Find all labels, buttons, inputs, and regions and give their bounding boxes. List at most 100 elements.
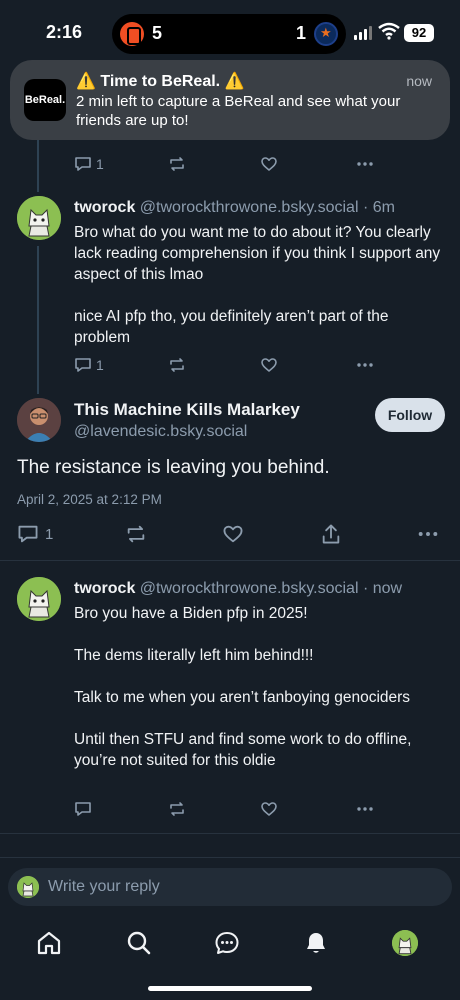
author-handle[interactable]: @tworockthrowone.bsky.social <box>140 580 359 597</box>
tab-search[interactable] <box>124 928 154 958</box>
post-actions: 1 <box>74 355 374 375</box>
reply-icon <box>75 157 91 171</box>
divider <box>0 857 460 858</box>
notification-title: ⚠️ Time to BeReal. ⚠️ <box>76 73 245 90</box>
author-handle[interactable]: @tworockthrowone.bsky.social <box>140 199 359 216</box>
repost-button[interactable] <box>168 154 186 174</box>
ellipsis-icon <box>357 162 373 166</box>
share-icon <box>322 524 340 544</box>
more-options-button[interactable] <box>417 523 439 545</box>
repost-button[interactable] <box>168 355 186 375</box>
avatar <box>17 876 39 898</box>
reply-icon <box>75 358 91 372</box>
tab-home[interactable] <box>34 928 64 958</box>
repost-icon <box>170 157 184 171</box>
reply-input[interactable]: Write your reply <box>8 868 452 906</box>
bottom-tab-bar <box>0 918 460 968</box>
divider <box>0 833 460 834</box>
post-paragraph: Until then STFU and find some work to do… <box>74 731 412 769</box>
astros-logo-icon <box>314 22 338 46</box>
clock: 2:16 <box>46 22 83 42</box>
tab-chat[interactable] <box>212 928 242 958</box>
reply-icon <box>75 802 91 816</box>
avatar[interactable] <box>17 577 61 621</box>
heart-icon <box>261 157 277 171</box>
heart-icon <box>261 358 277 372</box>
repost-button[interactable] <box>125 523 147 545</box>
search-icon <box>127 931 151 955</box>
post-paragraph: Bro you have a Biden pfp in 2025! <box>74 605 308 622</box>
score-right: 1 <box>295 23 306 43</box>
repost-icon <box>127 525 145 543</box>
cat-avatar-icon <box>392 930 418 956</box>
repost-icon <box>170 358 184 372</box>
reply-button[interactable]: 1 <box>74 355 104 375</box>
avatar <box>392 930 418 956</box>
status-bar: 2:16 5 1 92 <box>0 0 460 64</box>
more-options-button[interactable] <box>356 154 374 174</box>
focused-author-name[interactable]: This Machine Kills Malarkey <box>74 400 300 420</box>
post-actions: 1 <box>74 154 374 174</box>
ellipsis-icon <box>418 532 438 536</box>
chat-icon <box>215 932 239 954</box>
bereal-notification[interactable]: BeReal. ⚠️ Time to BeReal. ⚠️ now 2 min … <box>10 60 450 140</box>
author-display-name[interactable]: tworock <box>74 199 135 216</box>
wifi-icon <box>378 22 400 40</box>
post-text: Bro what do you want me to do about it? … <box>74 222 444 348</box>
battery-indicator: 92 <box>404 24 434 42</box>
focused-author-handle[interactable]: @lavendesic.bsky.social <box>74 423 247 441</box>
post-author-line: tworock @tworockthrowone.bsky.social · n… <box>74 580 402 598</box>
avatar[interactable] <box>17 196 61 240</box>
repost-button[interactable] <box>168 799 186 819</box>
cellular-signal-icon <box>354 26 374 40</box>
heart-icon <box>261 802 277 816</box>
like-button[interactable] <box>222 523 244 545</box>
focused-post-actions: 1 <box>17 523 443 545</box>
bereal-app-icon: BeReal. <box>24 79 66 121</box>
like-button[interactable] <box>260 154 278 174</box>
focused-post-date: April 2, 2025 at 2:12 PM <box>17 492 162 507</box>
divider <box>0 560 460 561</box>
like-button[interactable] <box>260 355 278 375</box>
reply-button[interactable] <box>74 799 92 819</box>
reply-icon <box>18 525 38 543</box>
share-button[interactable] <box>320 523 342 545</box>
reply-placeholder: Write your reply <box>48 878 160 895</box>
post-paragraph: Talk to me when you aren’t fanboying gen… <box>74 689 411 706</box>
post-paragraph: Bro what do you want me to do about it? … <box>74 224 441 283</box>
repost-icon <box>170 802 184 816</box>
focused-post-text: The resistance is leaving you behind. <box>17 457 330 478</box>
ellipsis-icon <box>357 363 373 367</box>
reply-count: 1 <box>45 525 54 543</box>
post-text: Bro you have a Biden pfp in 2025! The de… <box>74 603 444 771</box>
home-indicator <box>148 986 312 991</box>
tab-notifications[interactable] <box>301 928 331 958</box>
giants-logo-icon <box>120 22 144 46</box>
notification-body: 2 min left to capture a BeReal and see w… <box>76 93 401 129</box>
cat-avatar-icon <box>17 196 61 240</box>
portrait-avatar-icon <box>17 398 61 442</box>
reply-count: 1 <box>96 156 104 172</box>
bell-icon <box>307 933 325 953</box>
avatar[interactable] <box>17 398 61 442</box>
post-time: · 6m <box>362 199 395 216</box>
post-paragraph: The dems literally left him behind!!! <box>74 647 314 664</box>
thread-line <box>37 246 39 394</box>
live-activity-island[interactable]: 5 1 <box>112 14 346 54</box>
heart-icon <box>223 525 243 543</box>
reply-button[interactable]: 1 <box>17 523 53 545</box>
home-icon <box>37 931 61 955</box>
more-options-button[interactable] <box>356 799 374 819</box>
tab-profile[interactable] <box>390 928 420 958</box>
thread-line <box>37 138 39 192</box>
follow-button[interactable]: Follow <box>375 398 445 432</box>
more-options-button[interactable] <box>356 355 374 375</box>
reply-count: 1 <box>96 357 104 373</box>
ellipsis-icon <box>357 807 373 811</box>
score-left: 5 <box>152 23 163 43</box>
author-display-name[interactable]: tworock <box>74 580 135 597</box>
notification-time: now <box>406 73 432 89</box>
post-paragraph: nice AI pfp tho, you definitely aren’t p… <box>74 308 389 346</box>
like-button[interactable] <box>260 799 278 819</box>
reply-button[interactable]: 1 <box>74 154 104 174</box>
